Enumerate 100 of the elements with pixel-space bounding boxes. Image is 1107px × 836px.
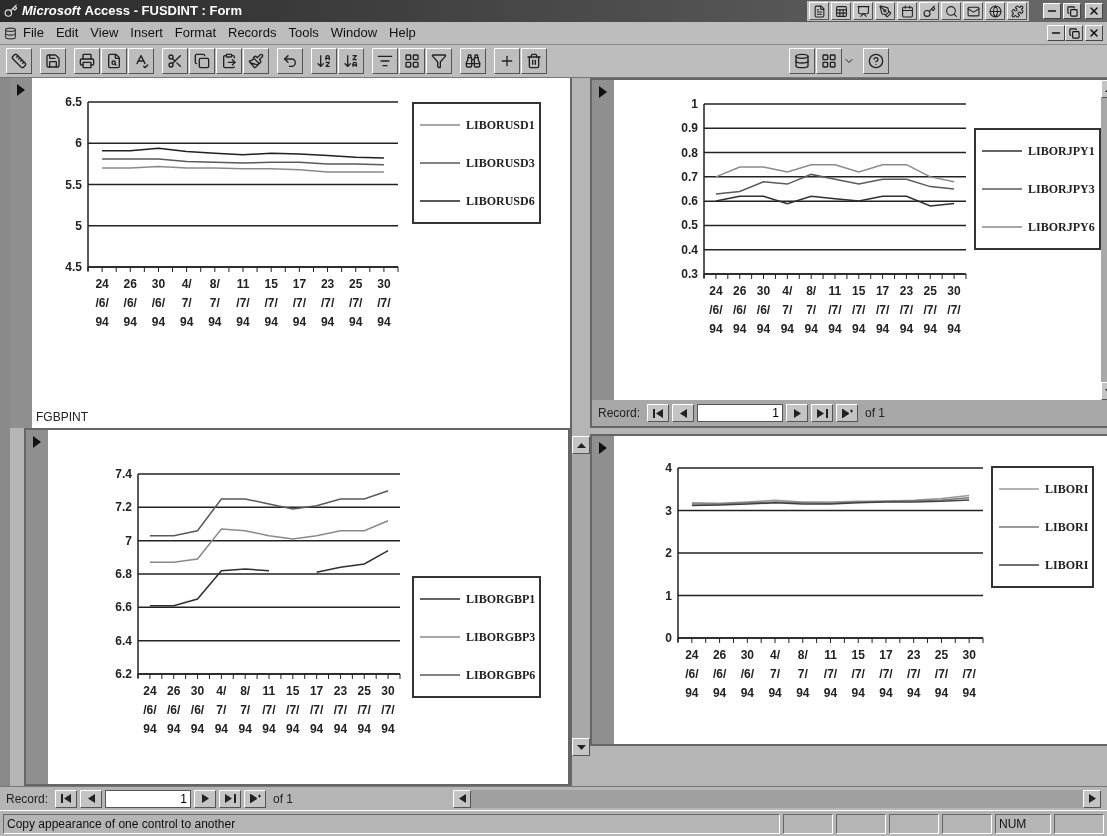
current-record-icon xyxy=(33,436,41,448)
legend-label: LIBORI xyxy=(1045,557,1089,574)
axis-tick-label: 1 xyxy=(691,97,698,111)
shortcut-button[interactable] xyxy=(941,2,961,20)
shortcut-button[interactable] xyxy=(897,2,917,20)
toolbar-button[interactable] xyxy=(189,48,215,74)
toolbar-button[interactable] xyxy=(816,48,842,74)
record-number-field[interactable]: 1 xyxy=(697,404,784,422)
menu-item[interactable]: Records xyxy=(222,23,283,43)
menu-item[interactable]: Insert xyxy=(124,23,169,43)
new-record-button[interactable] xyxy=(244,789,267,808)
menu-item[interactable]: Tools xyxy=(282,23,325,43)
toolbar-button[interactable] xyxy=(311,48,337,74)
binoculars-icon xyxy=(465,53,481,69)
toolbar-button[interactable] xyxy=(789,48,815,74)
document-icon xyxy=(812,4,826,18)
restore-button[interactable] xyxy=(1065,25,1083,41)
new-record-button[interactable] xyxy=(836,404,859,422)
menu-item[interactable]: View xyxy=(84,23,125,43)
first-record-button[interactable] xyxy=(55,789,78,808)
copy-icon xyxy=(194,53,210,69)
current-record-icon xyxy=(17,84,25,96)
minimize-button[interactable] xyxy=(1043,3,1061,19)
horizontal-scrollbar[interactable] xyxy=(453,789,1101,808)
toolbar-button[interactable] xyxy=(128,48,154,74)
toolbar-button[interactable] xyxy=(243,48,269,74)
axis-tick-label: 0.7 xyxy=(681,169,698,184)
toolbar-button[interactable] xyxy=(162,48,188,74)
menu-item[interactable]: File xyxy=(17,23,50,43)
axis-tick-label: 30 /7/ 94 xyxy=(377,276,391,331)
close-button[interactable] xyxy=(1085,25,1103,41)
legend-line xyxy=(999,525,1039,529)
toolbar-button[interactable] xyxy=(372,48,398,74)
next-record-button[interactable] xyxy=(194,789,217,808)
shortcut-button[interactable] xyxy=(809,2,829,20)
shortcut-button[interactable] xyxy=(963,2,983,20)
last-record-button[interactable] xyxy=(811,404,834,422)
toolbar-button[interactable] xyxy=(521,48,547,74)
axis-tick-label: 23 /7/ 94 xyxy=(333,683,348,738)
record-number-field[interactable]: 1 xyxy=(105,789,192,808)
globe-icon xyxy=(988,4,1002,18)
close-button[interactable] xyxy=(1085,3,1103,19)
arrow-plus-icon xyxy=(249,794,261,803)
toolbar-button[interactable] xyxy=(426,48,452,74)
toolbar-button[interactable] xyxy=(863,48,889,74)
shortcut-button[interactable] xyxy=(831,2,851,20)
axis-tick-label: 4 xyxy=(665,461,672,475)
last-record-button[interactable] xyxy=(219,789,242,808)
menu-item[interactable]: Window xyxy=(324,23,384,43)
table-filter-icon xyxy=(404,53,420,69)
menu-item[interactable]: Help xyxy=(383,23,422,43)
axis-tick-label: 8/ 7/ 94 xyxy=(796,647,810,702)
minimize-button[interactable] xyxy=(1047,25,1065,41)
toolbar-button[interactable] xyxy=(494,48,520,74)
shortcut-button[interactable] xyxy=(919,2,939,20)
toolbar-button[interactable] xyxy=(460,48,486,74)
last-icon xyxy=(816,408,828,418)
menu-item[interactable]: Format xyxy=(168,23,222,43)
axis-tick-label: 6.4 xyxy=(115,633,132,648)
shortcut-button[interactable] xyxy=(1007,2,1027,20)
toolbar-button[interactable] xyxy=(338,48,364,74)
axis-tick-label: 26 /6/ 94 xyxy=(123,276,137,331)
shortcut-button[interactable] xyxy=(875,2,895,20)
toolbar-button[interactable] xyxy=(101,48,127,74)
paste-icon xyxy=(221,53,237,69)
axis-tick-label: 11 /7/ 94 xyxy=(236,276,250,331)
toolbar-button[interactable] xyxy=(6,48,32,74)
axis-tick-label: 24 /6/ 94 xyxy=(95,276,109,331)
previous-record-button[interactable] xyxy=(80,789,103,808)
toolbar-button[interactable] xyxy=(216,48,242,74)
menu-item[interactable]: Edit xyxy=(49,23,85,43)
axis-tick-label: 23 /7/ 94 xyxy=(320,276,335,331)
previous-record-button[interactable] xyxy=(672,404,695,422)
axis-tick-label: 26 /6/ 94 xyxy=(733,283,747,338)
toolbar-button[interactable] xyxy=(399,48,425,74)
restore-button[interactable] xyxy=(1063,3,1081,19)
record-label: Record: xyxy=(598,405,641,422)
pen-icon xyxy=(878,4,892,18)
axis-tick-label: 25 /7/ 94 xyxy=(357,683,371,738)
toolbar-button[interactable] xyxy=(277,48,303,74)
presentation-icon xyxy=(856,4,870,18)
axis-tick-label: 7 xyxy=(125,533,132,548)
shortcut-button[interactable] xyxy=(985,2,1005,20)
legend-line xyxy=(982,149,1022,153)
axis-tick-label: 17 /7/ 94 xyxy=(879,647,893,702)
first-record-button[interactable] xyxy=(647,404,670,422)
next-record-button[interactable] xyxy=(786,404,809,422)
vertical-scrollbar[interactable] xyxy=(572,436,590,756)
arrow-plus-icon xyxy=(841,408,853,418)
search-icon xyxy=(944,4,958,18)
legend-line xyxy=(420,199,460,203)
undo-icon xyxy=(282,53,298,69)
ruler-icon xyxy=(11,53,27,69)
axis-tick-label: 8/ 7/ 94 xyxy=(238,683,252,738)
legend-line xyxy=(420,673,460,677)
toolbar-button[interactable] xyxy=(40,48,66,74)
shortcut-button[interactable] xyxy=(853,2,873,20)
axis-tick-label: 4/ 7/ 94 xyxy=(780,283,794,338)
toolbar-button[interactable] xyxy=(74,48,100,74)
axis-tick-label: 6.2 xyxy=(115,667,132,681)
